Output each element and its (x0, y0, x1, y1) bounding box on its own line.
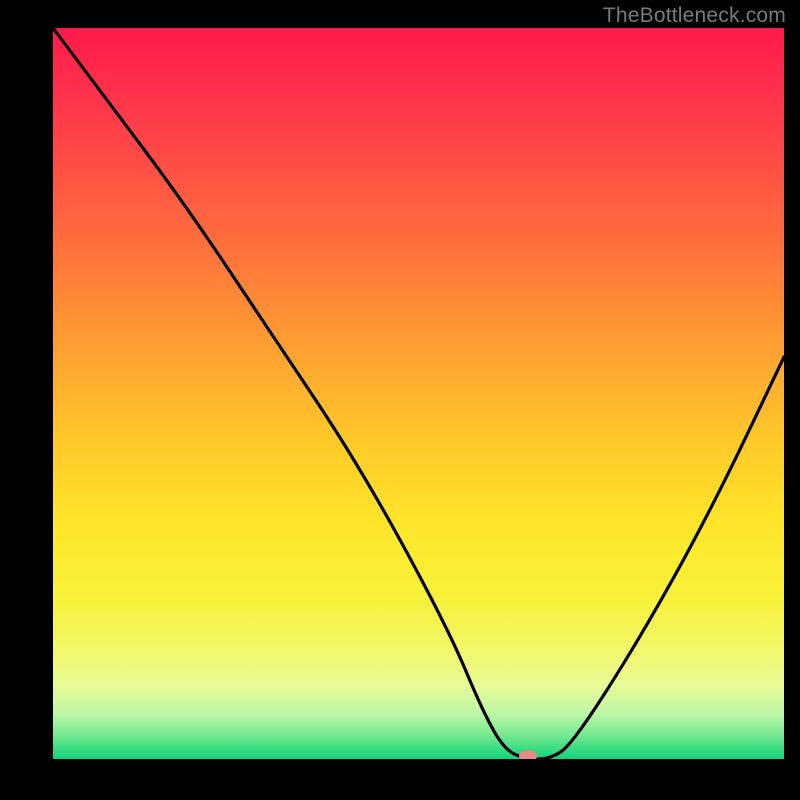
watermark-text: TheBottleneck.com (603, 4, 786, 28)
chart-frame: TheBottleneck.com (0, 0, 800, 800)
optimal-marker (519, 751, 537, 760)
plot-area (53, 28, 784, 759)
bottleneck-curve (53, 28, 784, 759)
